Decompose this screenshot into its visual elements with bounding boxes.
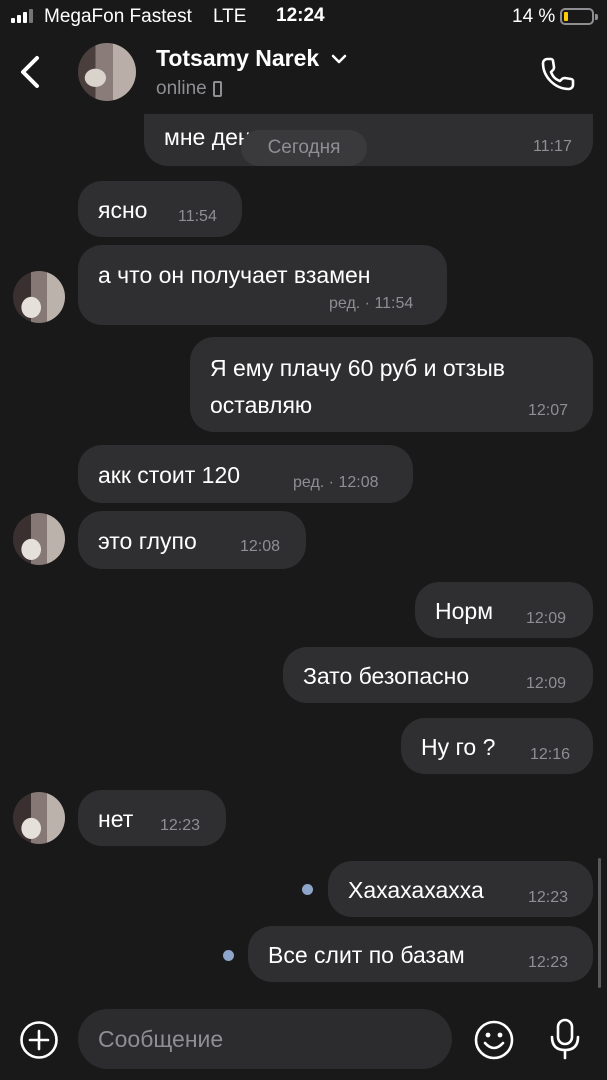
message-text: Норм xyxy=(435,598,494,624)
message-time: ред. · 12:08 xyxy=(293,474,379,491)
message-text: Зато безопасно xyxy=(303,663,470,689)
message-text: Я ему плачу 60 руб и отзыв xyxy=(210,355,505,381)
message-bubble-incoming[interactable]: мне деньги 11:17 xyxy=(144,114,593,166)
microphone-icon xyxy=(550,1018,580,1060)
message-time: 12:09 xyxy=(526,610,567,627)
date-separator: Сегодня xyxy=(241,130,367,166)
sender-avatar[interactable] xyxy=(13,271,65,323)
sender-avatar[interactable] xyxy=(13,792,65,844)
battery-percent: 14 % xyxy=(512,6,556,27)
message-composer xyxy=(0,1000,607,1080)
unread-indicator-dot xyxy=(302,884,313,895)
scrollbar[interactable] xyxy=(598,858,601,988)
message-time: 12:08 xyxy=(240,538,281,555)
message-bubble-incoming[interactable]: акк стоит 120 ред. · 12:08 xyxy=(78,445,413,503)
message-time: 11:54 xyxy=(178,208,217,225)
message-time: 12:09 xyxy=(526,675,567,692)
carrier-name: MegaFon Fastest xyxy=(44,6,192,27)
message-bubble-outgoing[interactable]: Я ему плачу 60 руб и отзыв оставляю 12:0… xyxy=(190,337,593,432)
message-text: нет xyxy=(98,806,134,832)
message-time: 11:17 xyxy=(533,138,572,155)
plus-icon xyxy=(20,1021,58,1059)
message-text: а что он получает взамен xyxy=(98,262,371,288)
message-text: акк стоит 120 xyxy=(98,462,241,488)
back-icon xyxy=(21,56,39,88)
message-time: 12:23 xyxy=(528,889,569,906)
message-text-line-2: оставляю xyxy=(210,392,313,418)
emoji-icon xyxy=(474,1020,514,1060)
phone-icon xyxy=(541,57,575,91)
message-text: Ну го ? xyxy=(421,734,496,760)
message-time: 12:23 xyxy=(160,817,201,834)
status-bar: MegaFon Fastest LTE 12:24 14 % xyxy=(0,0,607,34)
back-button[interactable] xyxy=(12,52,48,92)
attach-button[interactable] xyxy=(19,1020,59,1060)
message-time: 12:16 xyxy=(530,746,571,763)
contact-name: Totsamy Narek xyxy=(156,45,320,71)
call-button[interactable] xyxy=(538,54,578,94)
battery-icon xyxy=(560,8,598,25)
contact-status: online xyxy=(156,78,222,100)
message-text: это глупо xyxy=(98,528,197,554)
voice-message-button[interactable] xyxy=(547,1017,583,1061)
unread-indicator-dot xyxy=(223,950,234,961)
message-bubble-incoming[interactable]: а что он получает взамен ред. · 11:54 xyxy=(78,245,447,325)
message-bubble-incoming[interactable]: это глупо 12:08 xyxy=(78,511,306,569)
message-bubble-outgoing[interactable]: Все слит по базам 12:23 xyxy=(248,926,593,982)
chevron-down-icon xyxy=(331,54,347,63)
network-type: LTE xyxy=(213,6,247,27)
sender-avatar[interactable] xyxy=(13,513,65,565)
message-bubble-outgoing[interactable]: Хахахахахха 12:23 xyxy=(328,861,593,917)
contact-title[interactable]: Totsamy Narek xyxy=(156,45,347,72)
signal-icon xyxy=(11,9,37,23)
chat-header: Totsamy Narek online xyxy=(0,34,607,114)
message-bubble-outgoing[interactable]: Норм 12:09 xyxy=(415,582,593,638)
message-text: ясно xyxy=(98,197,148,223)
message-time: 12:23 xyxy=(528,954,569,971)
message-text: Хахахахахха xyxy=(348,877,484,903)
message-text: Все слит по базам xyxy=(268,942,465,968)
message-input[interactable] xyxy=(78,1009,452,1069)
message-bubble-outgoing[interactable]: Зато безопасно 12:09 xyxy=(283,647,593,703)
message-bubble-outgoing[interactable]: Ну го ? 12:16 xyxy=(401,718,593,774)
message-time: ред. · 11:54 xyxy=(329,295,414,312)
online-status: online xyxy=(156,78,207,99)
message-bubble-incoming[interactable]: нет 12:23 xyxy=(78,790,226,846)
message-bubble-incoming[interactable]: ясно 11:54 xyxy=(78,181,242,237)
emoji-button[interactable] xyxy=(473,1019,515,1061)
status-time: 12:24 xyxy=(276,5,325,26)
message-time: 12:07 xyxy=(528,402,569,419)
mobile-device-icon xyxy=(212,81,222,97)
contact-avatar[interactable] xyxy=(78,43,136,101)
